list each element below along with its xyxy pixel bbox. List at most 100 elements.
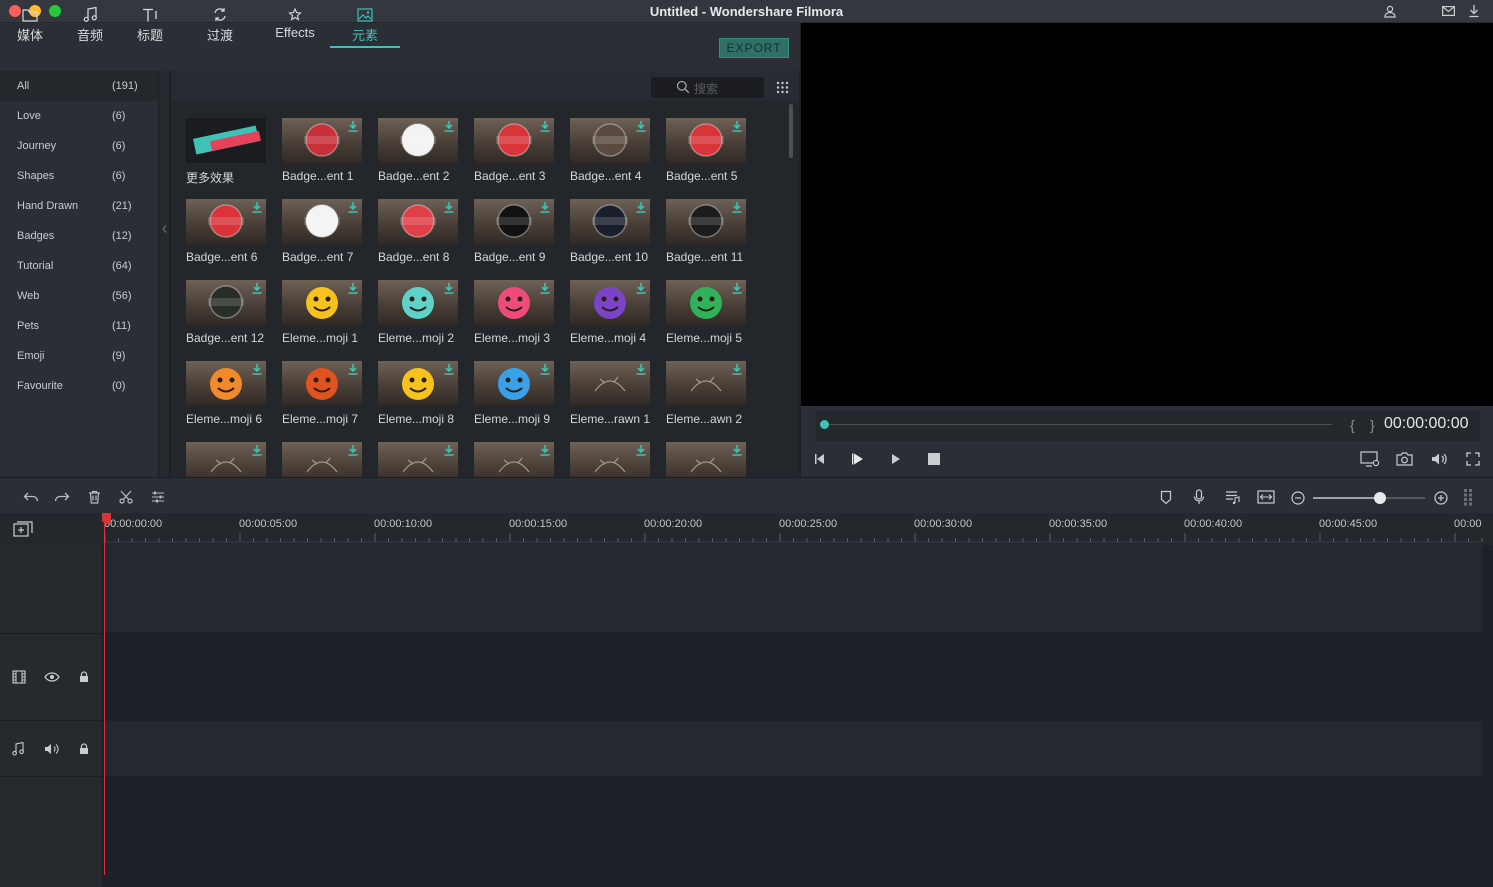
export-button[interactable]: EXPORT <box>719 38 789 58</box>
download-element-icon[interactable] <box>347 282 359 294</box>
mark-in-icon[interactable]: { <box>1350 417 1355 433</box>
download-element-icon[interactable] <box>347 201 359 213</box>
download-element-icon[interactable] <box>347 363 359 375</box>
marker-icon[interactable] <box>1160 490 1172 505</box>
visibility-eye-icon[interactable] <box>44 672 60 682</box>
download-element-icon[interactable] <box>443 282 455 294</box>
step-back-icon[interactable] <box>813 452 827 466</box>
element-tile[interactable]: Eleme...moji 1 <box>282 280 362 345</box>
element-tile[interactable]: Eleme...rawn 1 <box>570 361 650 426</box>
download-element-icon[interactable] <box>443 120 455 132</box>
zoom-out-icon[interactable] <box>1291 491 1305 505</box>
download-element-icon[interactable] <box>539 120 551 132</box>
download-element-icon[interactable] <box>731 201 743 213</box>
zoom-in-icon[interactable] <box>1434 491 1448 505</box>
download-element-icon[interactable] <box>539 282 551 294</box>
play-icon[interactable] <box>851 452 865 466</box>
element-tile[interactable]: Badge...ent 7 <box>282 199 362 264</box>
category-item-pets[interactable]: Pets (11) <box>0 311 158 341</box>
fullscreen-icon[interactable] <box>1466 452 1480 466</box>
download-element-icon[interactable] <box>251 282 263 294</box>
element-tile[interactable]: Badge...ent 10 <box>570 199 650 264</box>
tab-titles[interactable]: 标题 <box>132 4 168 48</box>
sidebar-collapse-handle[interactable] <box>158 71 170 477</box>
voiceover-list-icon[interactable] <box>1225 490 1240 505</box>
element-tile[interactable]: Eleme...moji 2 <box>378 280 458 345</box>
download-icon[interactable] <box>1468 4 1480 18</box>
element-tile[interactable]: Badge...ent 9 <box>474 199 554 264</box>
download-element-icon[interactable] <box>731 282 743 294</box>
download-element-icon[interactable] <box>635 201 647 213</box>
snapshot-camera-icon[interactable] <box>1396 452 1413 466</box>
category-item-love[interactable]: Love (6) <box>0 101 158 131</box>
element-tile[interactable]: Badge...ent 11 <box>666 199 746 264</box>
step-forward-icon[interactable] <box>889 452 903 466</box>
delete-trash-icon[interactable] <box>88 490 101 504</box>
download-element-icon[interactable] <box>635 363 647 375</box>
download-element-icon[interactable] <box>251 444 263 456</box>
playhead[interactable] <box>104 515 105 875</box>
mark-out-icon[interactable]: } <box>1370 417 1375 433</box>
tab-audio[interactable]: 音频 <box>72 4 108 48</box>
download-element-icon[interactable] <box>443 201 455 213</box>
drag-handle-icon[interactable] <box>1463 488 1473 506</box>
element-tile[interactable]: Badge...ent 6 <box>186 199 266 264</box>
playhead-handle[interactable] <box>102 513 111 525</box>
download-element-icon[interactable] <box>539 201 551 213</box>
element-tile[interactable]: Badge...ent 12 <box>186 280 266 345</box>
mail-icon[interactable] <box>1442 6 1455 16</box>
tab-media[interactable]: 媒体 <box>12 4 48 48</box>
audio-volume-icon[interactable] <box>44 743 60 755</box>
element-tile[interactable]: Eleme...moji 9 <box>474 361 554 426</box>
element-tile[interactable]: Eleme...moji 6 <box>186 361 266 426</box>
audio-lock-icon[interactable] <box>79 743 89 755</box>
element-tile[interactable]: Badge...ent 2 <box>378 118 458 183</box>
account-icon[interactable] <box>1384 5 1396 18</box>
video-lane[interactable] <box>104 545 1482 632</box>
zoom-slider-handle[interactable] <box>1374 492 1386 504</box>
element-tile[interactable]: Eleme...moji 4 <box>570 280 650 345</box>
undo-icon[interactable] <box>23 490 39 504</box>
element-tile[interactable]: Badge...ent 1 <box>282 118 362 183</box>
download-element-icon[interactable] <box>347 444 359 456</box>
render-preview-icon[interactable] <box>1360 451 1380 467</box>
category-item-web[interactable]: Web (56) <box>0 281 158 311</box>
grid-view-icon[interactable] <box>776 81 789 94</box>
download-element-icon[interactable] <box>635 282 647 294</box>
add-track-icon[interactable] <box>13 521 33 537</box>
microphone-icon[interactable] <box>1193 489 1205 505</box>
redo-icon[interactable] <box>54 490 70 504</box>
category-item-journey[interactable]: Journey (6) <box>0 131 158 161</box>
download-element-icon[interactable] <box>635 120 647 132</box>
element-tile[interactable]: Badge...ent 5 <box>666 118 746 183</box>
download-element-icon[interactable] <box>731 120 743 132</box>
download-element-icon[interactable] <box>251 363 263 375</box>
category-item-hand-drawn[interactable]: Hand Drawn (21) <box>0 191 158 221</box>
category-item-favourite[interactable]: Favourite (0) <box>0 371 158 401</box>
download-element-icon[interactable] <box>539 363 551 375</box>
category-item-emoji[interactable]: Emoji (9) <box>0 341 158 371</box>
volume-icon[interactable] <box>1431 452 1448 466</box>
category-item-all[interactable]: All (191) <box>0 71 158 101</box>
tab-elements[interactable]: 元素 <box>330 4 400 48</box>
element-tile[interactable]: Eleme...awn 2 <box>666 361 746 426</box>
category-item-shapes[interactable]: Shapes (6) <box>0 161 158 191</box>
download-element-icon[interactable] <box>635 444 647 456</box>
adjust-settings-icon[interactable] <box>151 490 165 504</box>
download-element-icon[interactable] <box>347 120 359 132</box>
stop-icon[interactable] <box>928 453 940 465</box>
audio-lane[interactable] <box>104 721 1482 776</box>
element-tile[interactable]: Eleme...moji 5 <box>666 280 746 345</box>
download-element-icon[interactable] <box>251 201 263 213</box>
tab-effects[interactable]: Effects <box>268 4 322 48</box>
element-tile[interactable]: 更多效果 <box>186 118 266 186</box>
split-scissors-icon[interactable] <box>119 490 133 504</box>
fit-timeline-icon[interactable] <box>1257 490 1275 504</box>
scrub-handle[interactable] <box>820 420 829 429</box>
category-item-badges[interactable]: Badges (12) <box>0 221 158 251</box>
tab-transitions[interactable]: 过渡 <box>200 4 240 48</box>
download-element-icon[interactable] <box>443 363 455 375</box>
preview-scrubber[interactable] <box>816 411 1480 441</box>
lock-icon[interactable] <box>79 671 89 683</box>
element-tile[interactable]: Badge...ent 4 <box>570 118 650 183</box>
